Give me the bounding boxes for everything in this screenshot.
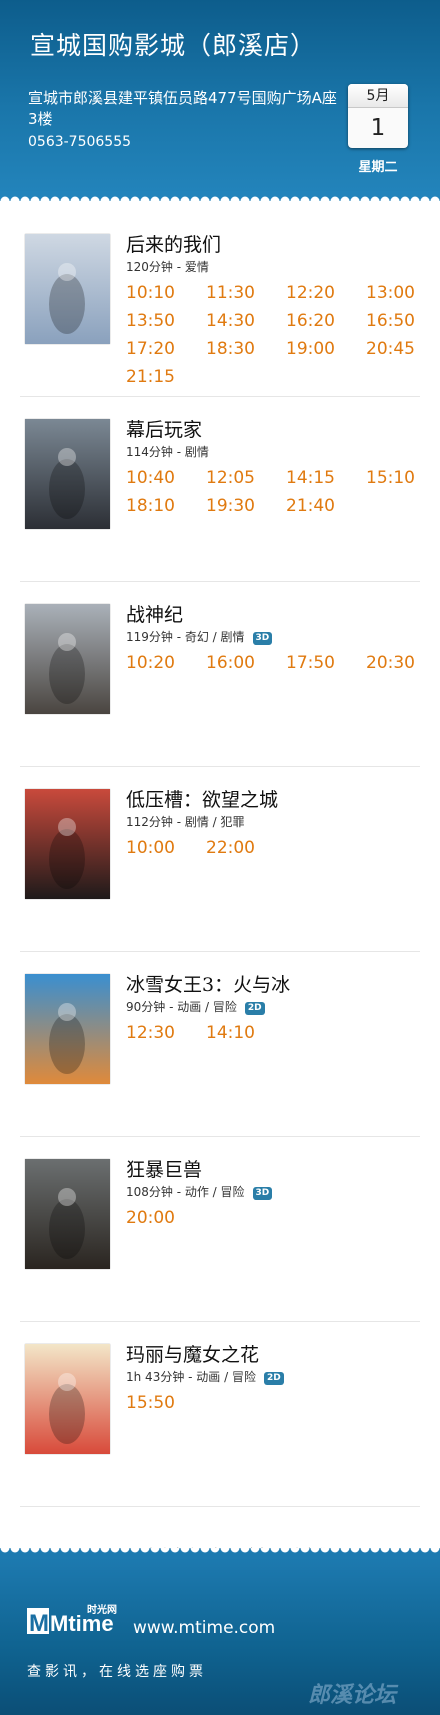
- showtime[interactable]: 19:00: [286, 338, 366, 360]
- movie-info: 90分钟 - 动画 / 冒险 2D: [126, 998, 265, 1015]
- showtime[interactable]: 20:00: [126, 1207, 206, 1229]
- cinema-phone: 0563-7506555: [28, 134, 132, 150]
- showtime-grid: 20:00: [126, 1207, 426, 1229]
- showtime[interactable]: 10:00: [126, 837, 206, 859]
- showtime[interactable]: 13:50: [126, 310, 206, 332]
- movie-duration-genre: 1h 43分钟 - 动画 / 冒险: [126, 1370, 256, 1384]
- showtime[interactable]: 20:45: [366, 338, 426, 360]
- movie-poster[interactable]: [25, 419, 110, 529]
- logo-cn: 时光网: [87, 1603, 117, 1616]
- showtime-grid: 10:10 11:30 12:20 13:00 13:50 14:30 16:20 16:50…: [126, 282, 426, 388]
- movie-duration-genre: 112分钟 - 剧情 / 犯罪: [126, 815, 245, 829]
- showtime[interactable]: 20:30: [366, 652, 426, 674]
- showtime[interactable]: 17:50: [286, 652, 366, 674]
- showtime-grid: 10:20 16:00 17:50 20:30: [126, 652, 426, 674]
- movie-title[interactable]: 玛丽与魔女之花: [126, 1340, 259, 1367]
- showtime[interactable]: 11:30: [206, 282, 286, 304]
- movie-title[interactable]: 战神纪: [126, 600, 183, 627]
- svg-text:M: M: [29, 1610, 49, 1637]
- movie-duration-genre: 90分钟 - 动画 / 冒险: [126, 1000, 237, 1014]
- movie-entry[interactable]: 冰雪女王3：火与冰 90分钟 - 动画 / 冒险 2D 12:30 14:10: [20, 952, 420, 1137]
- movie-info: 1h 43分钟 - 动画 / 冒险 2D: [126, 1368, 284, 1385]
- movie-entry[interactable]: 战神纪 119分钟 - 奇幻 / 剧情 3D 10:20 16:00 17:50 20:30: [20, 582, 420, 767]
- movie-duration-genre: 114分钟 - 剧情: [126, 445, 209, 459]
- movie-poster[interactable]: [25, 789, 110, 899]
- calendar-day: 1: [370, 115, 386, 141]
- showtime[interactable]: 15:10: [366, 467, 426, 489]
- showtime-grid: 10:40 12:05 14:15 15:10 18:10 19:30 21:40: [126, 467, 426, 517]
- movie-poster[interactable]: [25, 974, 110, 1084]
- movie-entry[interactable]: 狂暴巨兽 108分钟 - 动作 / 冒险 3D 20:00: [20, 1137, 420, 1322]
- calendar-weekday: 星期二: [358, 160, 398, 175]
- showtime[interactable]: 21:40: [286, 495, 366, 517]
- footer-banner: M Mtime 时光网 www.mtime.com 查影讯，在线选座购票 郎溪论…: [0, 1557, 440, 1715]
- movie-duration-genre: 120分钟 - 爱情: [126, 260, 209, 274]
- mtime-logo[interactable]: M Mtime 时光网: [27, 1603, 125, 1639]
- forum-watermark: 郎溪论坛: [308, 1683, 397, 1708]
- showtime[interactable]: 12:20: [286, 282, 366, 304]
- showtime[interactable]: 10:20: [126, 652, 206, 674]
- calendar-icon: 5月 1: [348, 84, 408, 148]
- movie-duration-genre: 119分钟 - 奇幻 / 剧情: [126, 630, 245, 644]
- showtime-grid: 15:50: [126, 1392, 426, 1414]
- format-badge: 2D: [263, 1372, 284, 1385]
- showtime[interactable]: 15:50: [126, 1392, 206, 1414]
- showtime[interactable]: 19:30: [206, 495, 286, 517]
- showtime-grid: 10:00 22:00: [126, 837, 426, 859]
- movie-info: 114分钟 - 剧情: [126, 443, 209, 460]
- showtime[interactable]: 16:50: [366, 310, 426, 332]
- calendar-month: 5月: [348, 84, 408, 108]
- showtime[interactable]: 10:40: [126, 467, 206, 489]
- format-badge: 2D: [244, 1002, 265, 1015]
- movie-poster[interactable]: [25, 1159, 110, 1269]
- movie-poster[interactable]: [25, 234, 110, 344]
- movie-title[interactable]: 后来的我们: [126, 230, 221, 257]
- showtime-grid: 12:30 14:10: [126, 1022, 426, 1044]
- movie-info: 108分钟 - 动作 / 冒险 3D: [126, 1183, 273, 1200]
- movie-title[interactable]: 冰雪女王3：火与冰: [126, 970, 290, 997]
- movie-entry[interactable]: 玛丽与魔女之花 1h 43分钟 - 动画 / 冒险 2D 15:50: [20, 1322, 420, 1507]
- movie-title[interactable]: 幕后玩家: [126, 415, 202, 442]
- movie-info: 119分钟 - 奇幻 / 剧情 3D: [126, 628, 273, 645]
- cinema-title: 宣城国购影城（郎溪店）: [30, 31, 317, 60]
- movie-title[interactable]: 低压槽：欲望之城: [126, 785, 278, 812]
- movie-entry[interactable]: 幕后玩家 114分钟 - 剧情 10:40 12:05 14:15 15:10 18:10 1…: [20, 397, 420, 582]
- header-scallop-edge: [0, 191, 440, 201]
- showtime[interactable]: 10:10: [126, 282, 206, 304]
- format-badge: 3D: [252, 632, 273, 645]
- showtime[interactable]: 13:00: [366, 282, 426, 304]
- footer-slogan: 查影讯，在线选座购票: [27, 1664, 207, 1680]
- showtime[interactable]: 17:20: [126, 338, 206, 360]
- showtime[interactable]: 18:10: [126, 495, 206, 517]
- movie-entry[interactable]: 低压槽：欲望之城 112分钟 - 剧情 / 犯罪 10:00 22:00: [20, 767, 420, 952]
- movie-poster[interactable]: [25, 604, 110, 714]
- movie-entry[interactable]: 后来的我们 120分钟 - 爱情 10:10 11:30 12:20 13:00 13:50…: [20, 212, 420, 397]
- website-link[interactable]: www.mtime.com: [133, 1618, 275, 1638]
- cinema-address: 宣城市郎溪县建平镇伍员路477号国购广场A座3楼: [28, 89, 337, 128]
- showtime[interactable]: 18:30: [206, 338, 286, 360]
- movie-title[interactable]: 狂暴巨兽: [126, 1155, 202, 1182]
- showtime[interactable]: 14:30: [206, 310, 286, 332]
- showtime[interactable]: 12:30: [126, 1022, 206, 1044]
- showtime[interactable]: 14:15: [286, 467, 366, 489]
- showtime[interactable]: 12:05: [206, 467, 286, 489]
- movie-poster[interactable]: [25, 1344, 110, 1454]
- showtime[interactable]: 21:15: [126, 366, 206, 388]
- cinema-header: 宣城国购影城（郎溪店） 宣城市郎溪县建平镇伍员路477号国购广场A座3楼 056…: [0, 0, 440, 196]
- showtime[interactable]: 14:10: [206, 1022, 286, 1044]
- showtime[interactable]: 16:00: [206, 652, 286, 674]
- showtime[interactable]: 22:00: [206, 837, 286, 859]
- movie-info: 112分钟 - 剧情 / 犯罪: [126, 813, 245, 830]
- movie-duration-genre: 108分钟 - 动作 / 冒险: [126, 1185, 245, 1199]
- format-badge: 3D: [252, 1187, 273, 1200]
- showtime[interactable]: 16:20: [286, 310, 366, 332]
- movie-info: 120分钟 - 爱情: [126, 258, 209, 275]
